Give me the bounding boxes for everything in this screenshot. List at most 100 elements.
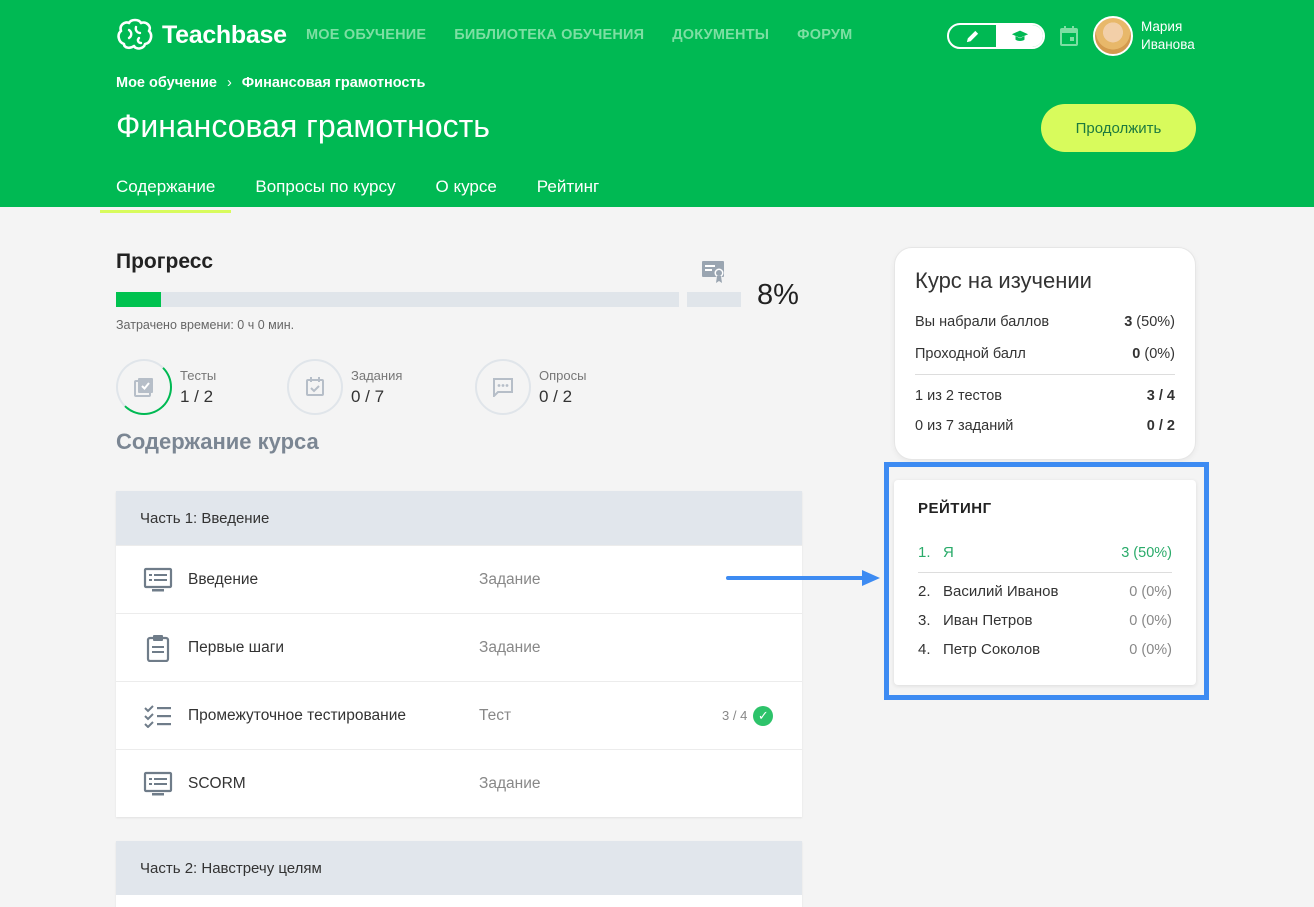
- nav-documents[interactable]: ДОКУМЕНТЫ: [672, 27, 769, 43]
- progress-bar-fill: [116, 292, 162, 307]
- annotation-arrow-icon: [726, 570, 880, 586]
- top-navigation: МОЕ ОБУЧЕНИЕ БИБЛИОТЕКА ОБУЧЕНИЯ ДОКУМЕН…: [306, 27, 852, 43]
- logo[interactable]: Teachbase: [116, 18, 287, 52]
- rating-name: Петр Соколов: [943, 641, 1041, 658]
- tab-rating[interactable]: Рейтинг: [521, 166, 615, 213]
- rating-row: 2. Василий Иванов 0 (0%): [918, 577, 1172, 606]
- tests-progress-ring: [116, 359, 172, 415]
- kv-label: 1 из 2 тестов: [915, 387, 1002, 404]
- stat-tests: Тесты 1 / 2: [116, 359, 216, 415]
- rating-position: 4.: [918, 641, 931, 658]
- kv-label: 0 из 7 заданий: [915, 418, 1014, 434]
- rating-name: Я: [943, 544, 954, 561]
- user-name[interactable]: Мария Иванова: [1141, 18, 1195, 54]
- certificate-bar-segment: [687, 292, 741, 307]
- nav-my-learning[interactable]: МОЕ ОБУЧЕНИЕ: [306, 27, 426, 43]
- presentation-icon: [143, 567, 173, 591]
- page-title: Финансовая грамотность: [116, 108, 490, 144]
- course-part: Часть 2: Навстречу целям: [116, 841, 802, 907]
- rating-row: 4. Петр Соколов 0 (0%): [918, 635, 1172, 664]
- pencil-icon: [966, 30, 979, 42]
- stat-tasks-value: 0 / 7: [351, 386, 385, 406]
- lesson-type: Тест: [479, 706, 512, 724]
- student-mode-button[interactable]: [996, 25, 1043, 47]
- rating-score: 0 (0%): [1129, 583, 1172, 600]
- rating-position: 2.: [918, 583, 931, 600]
- stat-polls: Опросы 0 / 2: [475, 359, 586, 415]
- checklist-icon: [144, 704, 171, 728]
- rating-score: 0 (0%): [1129, 641, 1172, 658]
- kv-value: 0 / 2: [1146, 418, 1175, 434]
- rating-name: Иван Петров: [943, 612, 1033, 629]
- lesson-score-value: 3 / 4: [722, 708, 748, 723]
- continue-button[interactable]: Продолжить: [1041, 104, 1196, 152]
- nav-library[interactable]: БИБЛИОТЕКА ОБУЧЕНИЯ: [454, 27, 644, 43]
- rating-title: РЕЙТИНГ: [918, 500, 992, 517]
- certificate-icon: [702, 261, 724, 283]
- progress-title: Прогресс: [116, 250, 214, 273]
- tab-content[interactable]: Содержание: [100, 166, 232, 213]
- avatar[interactable]: [1093, 16, 1133, 56]
- lesson-row[interactable]: Введение Задание: [116, 545, 802, 613]
- lesson-row[interactable]: Первые шаги Задание: [116, 613, 802, 681]
- user-first-name: Мария: [1141, 19, 1183, 34]
- rating-row: 1. Я 3 (50%): [918, 537, 1172, 573]
- part-header[interactable]: Часть 1: Введение: [116, 491, 802, 545]
- breadcrumb-current[interactable]: Финансовая грамотность: [242, 75, 426, 91]
- stat-tests-label: Тесты: [180, 367, 217, 383]
- tasks-progress-ring: [287, 359, 343, 415]
- breadcrumb: Мое обучение › Финансовая грамотность: [116, 75, 425, 91]
- brain-logo-icon: [117, 18, 153, 50]
- progress-bar: [116, 292, 679, 307]
- stat-polls-label: Опросы: [539, 367, 587, 383]
- nav-forum[interactable]: ФОРУМ: [797, 27, 852, 43]
- rating-score: 0 (0%): [1129, 612, 1172, 629]
- mode-toggle: [947, 23, 1045, 49]
- kv-value: 3 / 4: [1146, 387, 1175, 404]
- part-header[interactable]: Часть 2: Навстречу целям: [116, 841, 802, 895]
- lesson-name: SCORM: [188, 774, 246, 792]
- rating-name: Василий Иванов: [943, 583, 1059, 600]
- chevron-right-icon: ›: [226, 75, 232, 91]
- passing-score-row: Проходной балл 0 (0%): [915, 338, 1175, 370]
- lesson-name: Введение: [188, 570, 259, 588]
- course-tabs: Содержание Вопросы по курсу О курсе Рейт…: [100, 166, 623, 213]
- lesson-type: Задание: [479, 774, 541, 792]
- tab-questions[interactable]: Вопросы по курсу: [239, 166, 411, 213]
- user-last-name: Иванова: [1141, 37, 1195, 52]
- polls-progress-ring: [475, 359, 531, 415]
- rating-score: 3 (50%): [1121, 544, 1172, 561]
- polls-icon: [493, 378, 513, 397]
- kv-value: 0 (0%): [1132, 346, 1175, 362]
- stat-tasks-label: Задания: [351, 367, 403, 383]
- stat-polls-value: 0 / 2: [539, 386, 573, 406]
- lesson-type: Задание: [479, 570, 541, 588]
- rating-position: 1.: [918, 544, 931, 561]
- course-content-title: Содержание курса: [116, 429, 319, 454]
- header: Teachbase МОЕ ОБУЧЕНИЕ БИБЛИОТЕКА ОБУЧЕН…: [0, 0, 1314, 213]
- check-circle-icon: ✓: [753, 705, 774, 726]
- lesson-row[interactable]: Промежуточное тестирование Тест 3 / 4 ✓: [116, 681, 802, 749]
- lesson-type: Задание: [479, 638, 541, 656]
- breadcrumb-root[interactable]: Мое обучение: [116, 75, 217, 91]
- progress-percent: 8%: [757, 279, 799, 311]
- calendar-icon[interactable]: [1060, 26, 1078, 46]
- tab-about[interactable]: О курсе: [420, 166, 513, 213]
- clipboard-icon: [146, 634, 170, 662]
- tasks-icon: [306, 377, 324, 396]
- tasks-row: 0 из 7 заданий 0 / 2: [915, 410, 1175, 442]
- lesson-row[interactable]: SCORM Задание: [116, 749, 802, 817]
- kv-label: Проходной балл: [915, 346, 1026, 362]
- rating-card: РЕЙТИНГ 1. Я 3 (50%) 2. Василий Иванов 0 (…: [894, 480, 1196, 685]
- course-status-card: Курс на изучении Вы набрали баллов 3 (50…: [894, 247, 1196, 460]
- author-mode-button[interactable]: [949, 25, 996, 47]
- lesson-score: 3 / 4 ✓: [722, 705, 774, 726]
- tests-icon: [134, 378, 153, 397]
- kv-value: 3 (50%): [1124, 314, 1175, 330]
- rating-position: 3.: [918, 612, 931, 629]
- rating-row: 3. Иван Петров 0 (0%): [918, 606, 1172, 635]
- course-status-title: Курс на изучении: [915, 268, 1092, 293]
- stat-tasks: Задания 0 / 7: [287, 359, 402, 415]
- presentation-icon: [143, 771, 173, 795]
- tests-row: 1 из 2 тестов 3 / 4: [915, 374, 1175, 410]
